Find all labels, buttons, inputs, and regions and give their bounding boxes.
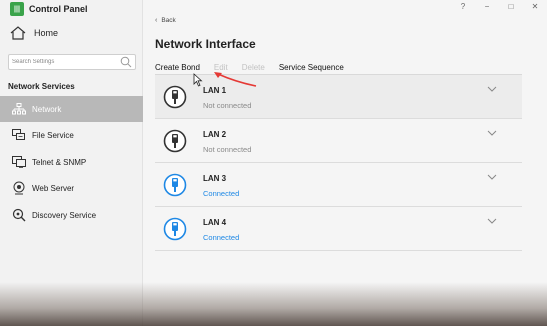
interface-list: LAN 1 Not connected LAN 2 Not connected [155, 75, 522, 251]
interface-name: LAN 4 [203, 218, 227, 227]
home-icon [10, 26, 26, 40]
sidebar-item-label: Web Server [32, 183, 75, 193]
service-sequence-button[interactable]: Service Sequence [279, 63, 344, 72]
search-input[interactable] [9, 59, 117, 65]
interface-name: LAN 2 [203, 130, 227, 139]
sidebar-item-web-server[interactable]: Web Server [0, 175, 143, 201]
sidebar-item-discovery-service[interactable]: Discovery Service [0, 202, 143, 228]
interface-row-lan-1[interactable]: LAN 1 Not connected [155, 75, 522, 119]
main-panel: ‹ Back Network Interface Create Bond Edi… [143, 0, 547, 326]
mouse-cursor-icon [193, 73, 203, 87]
interface-row-lan-3[interactable]: LAN 3 Connected [155, 163, 522, 207]
sidebar-item-label: File Service [32, 130, 74, 140]
create-bond-button[interactable]: Create Bond [155, 63, 200, 72]
chevron-left-icon: ‹ [155, 17, 158, 24]
chevron-down-icon[interactable] [487, 85, 497, 93]
file-service-icon [12, 128, 26, 142]
sidebar: ||| Control Panel Home Network Services [0, 0, 143, 326]
sidebar-item-network[interactable]: Network [0, 96, 143, 122]
home-label: Home [34, 28, 59, 38]
interface-name: LAN 3 [203, 174, 227, 183]
interface-status: Connected [203, 233, 240, 242]
ethernet-disconnected-icon [163, 85, 187, 109]
sidebar-item-label: Discovery Service [32, 210, 97, 220]
network-icon [12, 102, 26, 116]
page-title: Network Interface [155, 37, 256, 51]
control-panel-logo-icon: ||| [10, 2, 24, 16]
interface-status: Not connected [203, 145, 252, 154]
search-icon[interactable] [120, 56, 132, 68]
sidebar-item-file-service[interactable]: File Service [0, 122, 143, 148]
telnet-icon [12, 155, 26, 169]
interface-status: Not connected [203, 101, 252, 110]
search-box [8, 54, 136, 70]
interface-status: Connected [203, 189, 240, 198]
discovery-icon [12, 208, 26, 222]
chevron-down-icon[interactable] [487, 217, 497, 225]
sidebar-item-telnet-snmp[interactable]: Telnet & SNMP [0, 149, 143, 175]
chevron-down-icon[interactable] [487, 129, 497, 137]
app-title: Control Panel [29, 4, 88, 14]
home-button[interactable]: Home [10, 23, 130, 43]
toolbar: Create Bond Edit Delete Service Sequence [155, 61, 522, 73]
sidebar-item-label: Telnet & SNMP [32, 157, 87, 167]
ethernet-connected-icon [163, 173, 187, 197]
interface-row-lan-2[interactable]: LAN 2 Not connected [155, 119, 522, 163]
annotation-arrow-icon [214, 72, 257, 87]
chevron-down-icon[interactable] [487, 173, 497, 181]
section-title-network-services: Network Services [8, 82, 75, 91]
ethernet-connected-icon [163, 217, 187, 241]
interface-row-lan-4[interactable]: LAN 4 Connected [155, 207, 522, 251]
back-label: Back [161, 17, 176, 24]
back-button[interactable]: ‹ Back [155, 17, 176, 24]
app-titlebar: ||| Control Panel [0, 0, 143, 18]
ethernet-disconnected-icon [163, 129, 187, 153]
web-server-icon [12, 181, 26, 195]
sidebar-item-label: Network [32, 104, 62, 114]
